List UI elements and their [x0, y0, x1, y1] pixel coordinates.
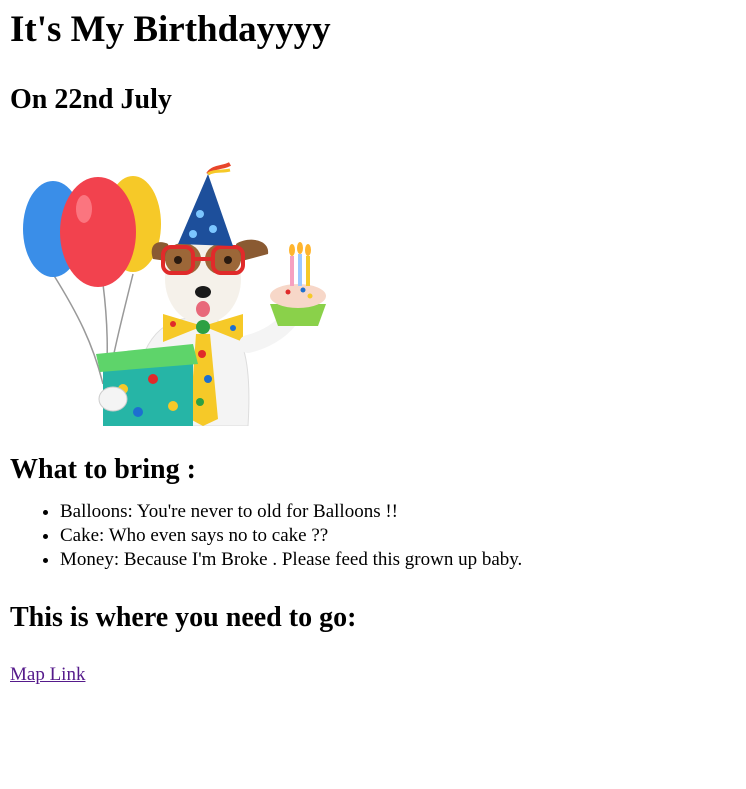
bring-list-item: Cake: Who even says no to cake ?? — [60, 524, 738, 548]
birthday-dog-image — [8, 144, 382, 426]
page-subtitle: On 22nd July — [10, 84, 172, 115]
bring-list-item: Money: Because I'm Broke . Please feed t… — [60, 548, 738, 572]
bring-list-item: Balloons: You're never to old for Balloo… — [60, 500, 738, 524]
location-heading: This is where you need to go: — [10, 602, 357, 633]
page-title: It's My Birthdayyyy — [10, 9, 331, 50]
what-to-bring-heading: What to bring : — [10, 454, 196, 485]
red-balloon-icon — [60, 177, 136, 287]
map-link[interactable]: Map Link — [10, 664, 85, 686]
bring-list: Balloons: You're never to old for Balloo… — [8, 500, 738, 572]
